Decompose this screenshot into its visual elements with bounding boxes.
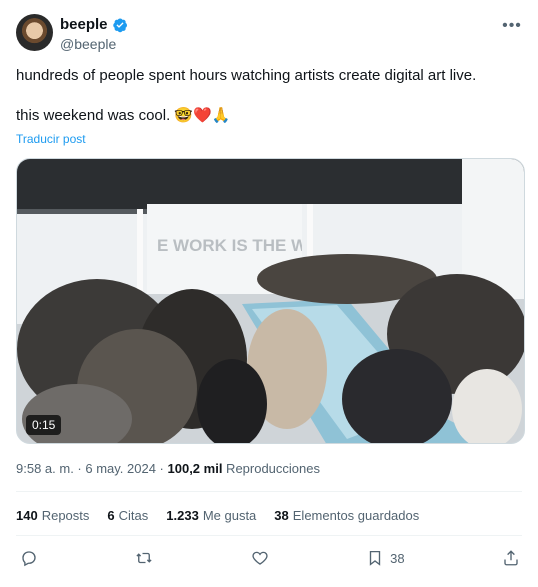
share-button[interactable] [502,549,520,567]
verified-badge-icon [112,17,127,32]
heart-icon [252,551,268,565]
tweet-text-line-1: hundreds of people spent hours watching … [16,67,477,84]
tweet-meta: 9:58 a. m. · 6 may. 2024 · 100,2 mil Rep… [16,461,320,476]
video-player[interactable]: E WORK IS THE W [16,158,525,444]
author-display-name[interactable]: beeple [60,16,108,33]
stat-reposts[interactable]: 140 Reposts [16,508,89,523]
divider [16,491,522,492]
bookmark-button[interactable]: 38 [366,549,405,567]
repost-icon [136,552,152,564]
reply-icon [22,551,36,567]
bookmark-icon [369,550,381,566]
bookmark-count: 38 [390,550,405,566]
avatar[interactable] [16,14,53,51]
screen-text: E WORK IS THE W [157,236,308,255]
share-icon [504,550,518,566]
tweet-text: hundreds of people spent hours watching … [16,66,521,126]
translate-post-link[interactable]: Traducir post [16,132,86,146]
engagement-stats: 140 Reposts 6 Citas 1.233 Me gusta 38 Elemen… [16,508,419,523]
reply-button[interactable] [20,549,38,567]
stat-bookmarks[interactable]: 38 Elementos guardados [274,508,419,523]
views-label: Reproducciones [222,461,320,476]
views-count: 100,2 mil [167,461,223,476]
action-bar: 38 [20,549,520,567]
video-duration: 0:15 [26,415,62,435]
stat-quotes[interactable]: 6 Citas [107,508,148,523]
more-options-icon[interactable]: ••• [502,16,522,36]
like-button[interactable] [251,549,269,567]
tweet-text-line-2: this weekend was cool. 🤓❤️🙏 [16,107,231,124]
timestamp[interactable]: 9:58 a. m. · 6 may. 2024 · [16,461,168,476]
divider [16,535,522,536]
stat-likes[interactable]: 1.233 Me gusta [166,508,256,523]
repost-button[interactable] [135,549,153,567]
video-frame: E WORK IS THE W [17,159,524,443]
author-handle[interactable]: @beeple [60,36,116,52]
author-name-row: beeple [60,16,128,33]
